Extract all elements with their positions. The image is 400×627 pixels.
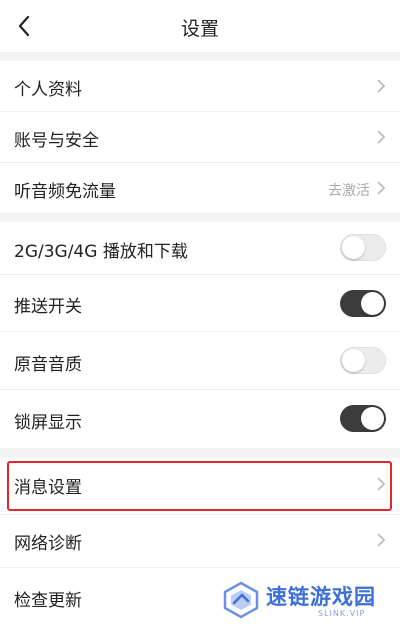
settings-item-label: 账号与安全: [14, 131, 99, 151]
settings-item-label: 听音频免流量: [14, 182, 116, 202]
section-gap: [0, 448, 400, 458]
toggle-knob: [342, 236, 365, 259]
watermark: 速链游戏园 SLINK.VIP: [222, 579, 392, 623]
chevron-right-icon: [377, 181, 386, 195]
settings-item-label: 检查更新: [14, 591, 82, 611]
section-gap: [0, 52, 400, 61]
toggle-knob: [342, 349, 365, 372]
chevron-right-icon: [377, 79, 386, 93]
settings-item-label: 原音音质: [14, 355, 82, 375]
toggle-knob: [361, 407, 384, 430]
watermark-logo-icon: [223, 581, 259, 619]
original-quality-toggle[interactable]: [340, 347, 386, 374]
settings-item-lockscreen: 锁屏显示: [0, 390, 400, 448]
settings-item-label: 锁屏显示: [14, 413, 82, 433]
settings-item-network-diagnosis[interactable]: 网络诊断: [0, 515, 400, 567]
mobile-data-toggle[interactable]: [340, 234, 386, 261]
chevron-right-icon: [377, 533, 386, 547]
settings-item-account-security[interactable]: 账号与安全: [0, 112, 400, 162]
settings-item-label: 个人资料: [14, 80, 82, 100]
settings-item-original-quality: 原音音质: [0, 332, 400, 389]
settings-item-profile[interactable]: 个人资料: [0, 61, 400, 111]
chevron-right-icon: [377, 130, 386, 144]
top-bar: 设置: [0, 0, 400, 52]
settings-item-label: 网络诊断: [14, 534, 82, 554]
highlight-box: [7, 461, 392, 511]
section-gap: [0, 213, 400, 222]
push-toggle[interactable]: [340, 290, 386, 317]
settings-item-label: 2G/3G/4G 播放和下载: [14, 242, 188, 262]
watermark-text: 速链游戏园: [266, 585, 376, 609]
page-title: 设置: [180, 18, 219, 40]
lockscreen-toggle[interactable]: [340, 405, 386, 432]
settings-item-free-data[interactable]: 听音频免流量 去激活: [0, 163, 400, 213]
activate-hint: 去激活: [328, 183, 370, 199]
settings-item-push: 推送开关: [0, 275, 400, 331]
settings-item-label: 推送开关: [14, 297, 82, 317]
watermark-subtext: SLINK.VIP: [318, 609, 366, 618]
settings-item-mobile-data-playback: 2G/3G/4G 播放和下载: [0, 222, 400, 274]
toggle-knob: [361, 292, 384, 315]
